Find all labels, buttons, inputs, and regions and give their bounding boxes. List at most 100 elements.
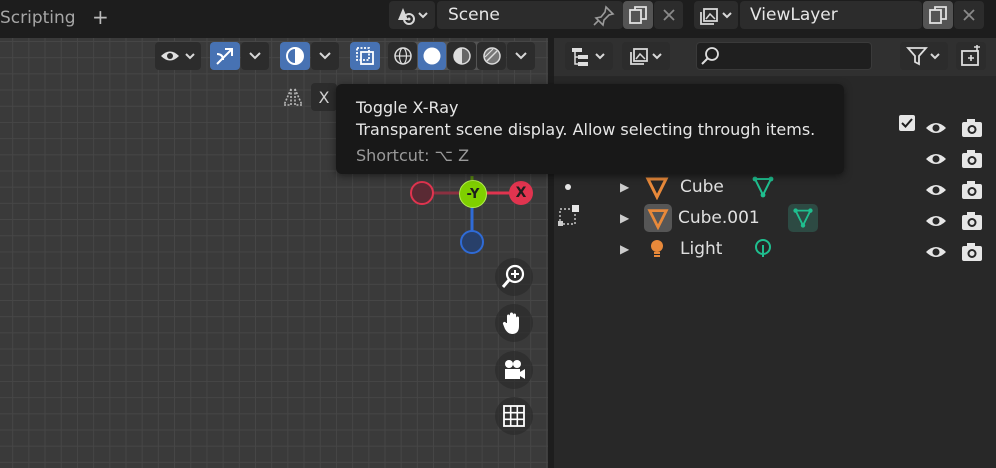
mesh-object-icon <box>645 177 669 200</box>
shading-material-button[interactable] <box>447 42 476 70</box>
delete-scene-button[interactable] <box>654 1 683 29</box>
zoom-icon <box>501 264 525 288</box>
mirror-x-label: X <box>318 87 330 107</box>
visibility-dropdown[interactable] <box>155 42 201 70</box>
object-selection-icon <box>556 203 582 233</box>
chevron-down-icon <box>515 52 527 60</box>
shading-wireframe-button[interactable] <box>388 42 417 70</box>
search-icon <box>701 47 719 65</box>
new-scene-button[interactable] <box>623 1 653 29</box>
shading-dropdown[interactable] <box>507 42 535 70</box>
gizmo-neg-y-axis[interactable]: -Y <box>459 180 487 208</box>
outliner-item-label: Cube.001 <box>678 207 760 228</box>
camera-render-icon[interactable] <box>960 117 984 139</box>
overlays-dropdown[interactable] <box>311 42 339 70</box>
cube-001-visibility-row <box>924 205 984 236</box>
eye-icon[interactable] <box>924 211 948 231</box>
chevron-down-icon <box>249 52 261 60</box>
camera-icon <box>505 360 525 379</box>
active-dot-icon <box>563 177 573 190</box>
outliner-item-label: Cube <box>680 176 724 197</box>
camera-render-icon[interactable] <box>960 179 984 201</box>
close-icon <box>963 9 975 21</box>
display-mode-dropdown[interactable] <box>565 42 613 70</box>
outliner-search-input[interactable] <box>696 42 872 70</box>
chevron-down-icon <box>319 52 331 60</box>
active-data-highlight <box>788 203 818 232</box>
overlay-icon <box>286 47 304 65</box>
outliner-tree-icon <box>572 48 605 66</box>
light-visibility-row <box>924 236 984 267</box>
active-object-highlight <box>644 203 672 232</box>
delete-viewlayer-button[interactable] <box>954 1 984 29</box>
mesh-data-icon <box>752 176 774 197</box>
gizmo-neg-y-label: -Y <box>466 186 480 202</box>
tooltip-description: Transparent scene display. Allow selecti… <box>356 120 816 139</box>
scene-icon <box>398 8 428 25</box>
camera-render-icon[interactable] <box>960 241 984 263</box>
eye-icon[interactable] <box>924 149 948 169</box>
gizmo-dropdown[interactable] <box>241 42 269 70</box>
shading-solid-button[interactable] <box>418 42 446 70</box>
close-icon <box>662 9 675 21</box>
expand-arrow-icon[interactable]: ▶ <box>620 180 644 194</box>
wireframe-sphere-icon <box>393 47 412 65</box>
tooltip-shortcut: Shortcut: ⌥ Z <box>356 146 470 165</box>
tooltip-title: Toggle X-Ray <box>356 98 459 117</box>
visibility-columns <box>924 112 984 267</box>
camera-render-icon[interactable] <box>960 210 984 232</box>
light-object-icon <box>651 239 663 257</box>
pan-button[interactable] <box>495 304 533 342</box>
camera-view-button[interactable] <box>495 351 533 389</box>
collection-visibility-row <box>924 112 984 143</box>
gizmo-toggle-button[interactable] <box>210 42 240 70</box>
render-layers-icon <box>630 48 662 65</box>
filter-scene-dropdown[interactable] <box>622 42 670 70</box>
cube-visibility-row <box>924 174 984 205</box>
expand-arrow-icon[interactable]: ▶ <box>620 211 644 225</box>
shading-rendered-button[interactable] <box>477 42 506 70</box>
xray-tooltip: Toggle X-Ray Transparent scene display. … <box>336 84 844 174</box>
duplicate-icon <box>929 6 947 24</box>
camera-visibility-row <box>924 143 984 174</box>
eye-icon[interactable] <box>924 180 948 200</box>
add-workspace-button[interactable]: + <box>92 5 109 29</box>
new-collection-button[interactable] <box>956 42 986 70</box>
light-data-icon <box>755 238 771 257</box>
new-viewlayer-button[interactable] <box>923 1 953 29</box>
mirror-icon[interactable] <box>281 85 305 113</box>
solid-sphere-icon <box>423 47 441 65</box>
pin-icon[interactable] <box>592 5 616 31</box>
xray-toggle-button[interactable] <box>350 42 380 70</box>
rendered-sphere-icon <box>482 47 501 65</box>
eye-icon[interactable] <box>924 242 948 262</box>
collection-exclude-checkbox[interactable] <box>898 114 916 136</box>
ortho-toggle-button[interactable] <box>495 397 533 435</box>
gizmo-x-axis[interactable]: X <box>509 181 533 205</box>
overlays-toggle-button[interactable] <box>280 42 310 70</box>
workspace-tab-scripting[interactable]: Scripting <box>0 8 76 28</box>
viewlayer-browse-button[interactable] <box>694 1 738 29</box>
gizmo-x-label: X <box>515 185 527 201</box>
camera-render-icon[interactable] <box>960 148 984 170</box>
material-sphere-icon <box>452 47 471 65</box>
mesh-data-icon <box>793 207 813 228</box>
hand-icon <box>502 312 519 334</box>
gizmo-icon <box>216 48 233 65</box>
scene-name: Scene <box>448 5 500 25</box>
eye-icon[interactable] <box>924 118 948 138</box>
mirror-x-toggle[interactable]: X <box>311 83 337 111</box>
zoom-button[interactable] <box>495 258 533 296</box>
funnel-icon <box>906 47 940 66</box>
duplicate-icon <box>629 6 647 24</box>
viewlayer-name: ViewLayer <box>750 5 838 25</box>
viewlayer-name-field[interactable]: ViewLayer <box>740 1 922 29</box>
xray-icon <box>356 47 374 65</box>
filter-dropdown[interactable] <box>900 42 948 70</box>
scene-browse-button[interactable] <box>389 1 435 29</box>
new-collection-icon <box>961 45 980 66</box>
eye-icon <box>161 51 195 61</box>
mesh-object-icon <box>647 208 669 230</box>
expand-arrow-icon[interactable]: ▶ <box>620 242 644 256</box>
grid-icon <box>503 405 525 427</box>
